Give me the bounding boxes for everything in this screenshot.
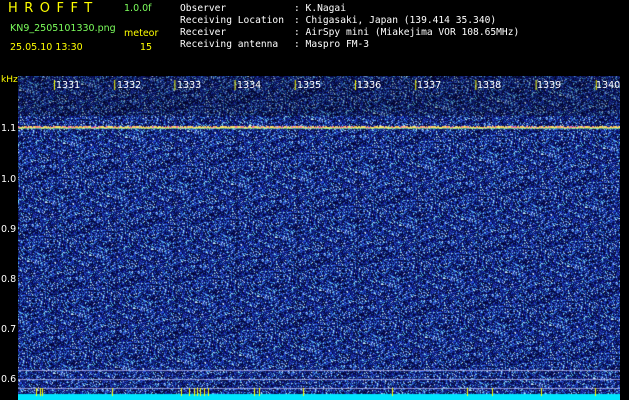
- y-tick-label: 0.8: [1, 274, 17, 285]
- x-tick-label: 1333: [177, 80, 202, 91]
- y-tick-label: 0.9: [1, 224, 17, 235]
- receiver-label: Receiver: [180, 27, 227, 38]
- filename-label: KN9_2505101330.png: [10, 23, 116, 34]
- observer-label: Observer: [180, 3, 227, 14]
- x-tick-label: 1337: [417, 80, 442, 91]
- count-label: 15: [140, 42, 153, 53]
- antenna-value: : Maspro FM-3: [294, 39, 370, 50]
- x-tick-label: 1334: [237, 80, 262, 91]
- x-tick-label: 1340: [596, 80, 621, 91]
- app-title: HROFFT: [8, 1, 99, 16]
- location-value: : Chigasaki, Japan (139.414 35.340): [294, 15, 497, 26]
- receiver-value: : AirSpy mini (Miakejima VOR 108.65MHz): [294, 27, 520, 38]
- x-tick-label: 1335: [297, 80, 322, 91]
- mode-label: meteor: [124, 28, 159, 39]
- y-tick-label: 1.0: [1, 174, 17, 185]
- spectrogram-canvas[interactable]: [18, 76, 620, 400]
- header-panel: HROFFT 1.0.0f KN9_2505101330.png meteor …: [0, 0, 629, 76]
- x-tick-label: 1339: [537, 80, 562, 91]
- datetime-label: 25.05.10 13:30: [10, 42, 83, 53]
- y-tick-label: 0.7: [1, 324, 17, 335]
- x-tick-label: 1338: [477, 80, 502, 91]
- version-label: 1.0.0f: [124, 3, 152, 14]
- observer-value: : K.Nagai: [294, 3, 346, 14]
- antenna-label: Receiving antenna: [180, 39, 279, 50]
- location-label: Receiving Location: [180, 15, 284, 26]
- y-axis-unit: kHz: [1, 75, 18, 85]
- x-tick-label: 1331: [56, 80, 81, 91]
- y-tick-label: 1.1: [1, 123, 17, 134]
- y-tick-label: 0.6: [1, 374, 17, 385]
- x-tick-label: 1336: [357, 80, 382, 91]
- x-tick-label: 1332: [117, 80, 142, 91]
